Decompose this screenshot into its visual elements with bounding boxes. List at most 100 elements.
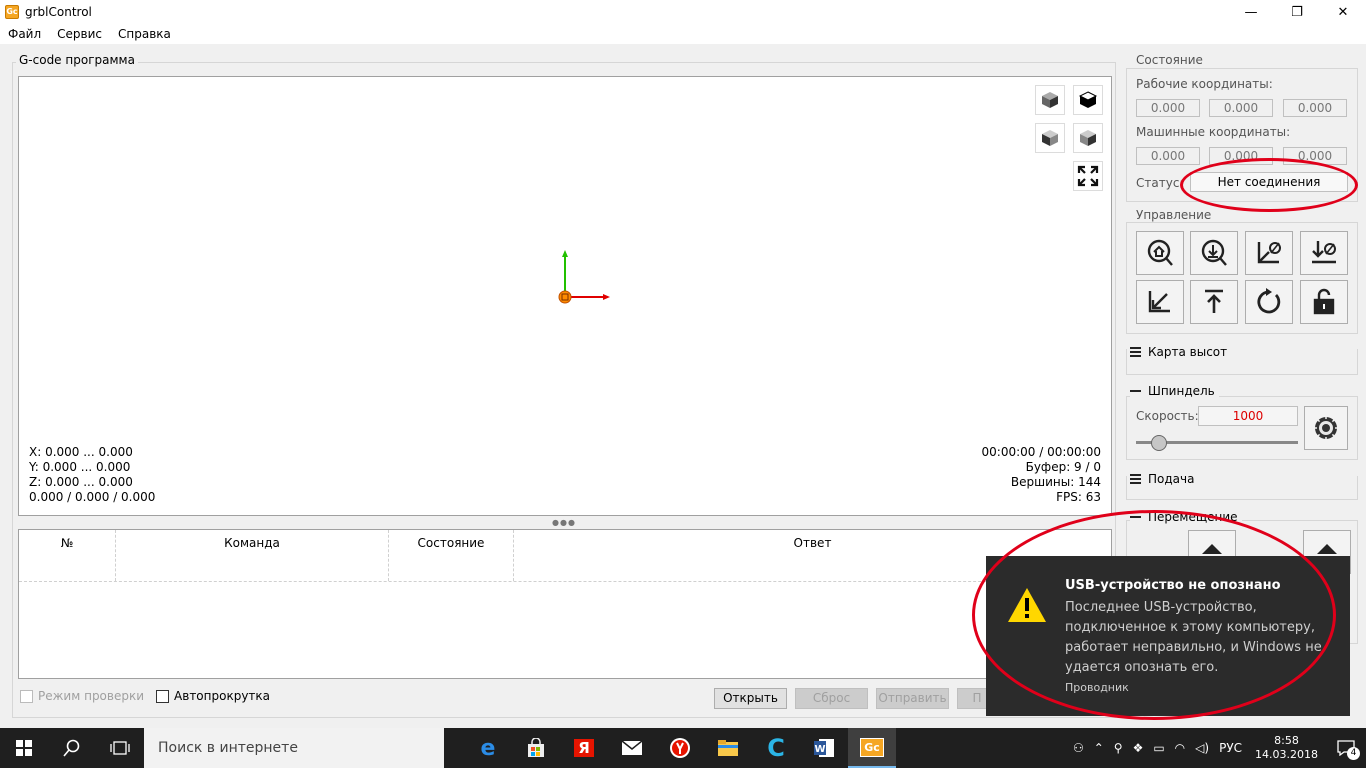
- col-number[interactable]: №: [19, 530, 116, 581]
- unlock-button[interactable]: [1300, 280, 1348, 324]
- battery-icon[interactable]: ▭: [1153, 741, 1164, 755]
- window-title: grblControl: [25, 5, 92, 19]
- buffer-info: Буфер: 9 / 0: [1025, 460, 1101, 474]
- taskbar-search-box[interactable]: Поиск в интернете: [144, 728, 444, 768]
- vertices-info: Вершины: 144: [1010, 475, 1101, 489]
- people-icon[interactable]: ⚇: [1073, 741, 1084, 755]
- splitter-handle[interactable]: ●●●: [552, 518, 576, 527]
- open-button[interactable]: Открыть: [714, 688, 787, 709]
- word-app[interactable]: W: [800, 728, 848, 768]
- check-mode-checkbox[interactable]: [20, 689, 33, 703]
- machine-y: 0.000: [1209, 147, 1273, 165]
- action-center-button[interactable]: 4: [1326, 728, 1366, 768]
- state-group-title: Состояние: [1133, 53, 1206, 67]
- fullscreen-icon: [1077, 165, 1099, 187]
- chevron-up-icon[interactable]: ⌃: [1094, 741, 1104, 755]
- usb-icon[interactable]: ⚲: [1114, 741, 1123, 755]
- col-command[interactable]: Команда: [116, 530, 389, 581]
- clock-time: 8:58: [1274, 734, 1299, 747]
- fit-view-button[interactable]: [1073, 161, 1103, 191]
- zero-xy-button[interactable]: [1245, 231, 1293, 275]
- home-button[interactable]: [1136, 231, 1184, 275]
- safe-z-button[interactable]: [1190, 280, 1238, 324]
- hamburger-icon: [1130, 347, 1141, 357]
- gcode-viewport[interactable]: X: 0.000 ... 0.000 Y: 0.000 ... 0.000 Z:…: [18, 76, 1112, 516]
- y-range: Y: 0.000 ... 0.000: [29, 460, 131, 474]
- grblcontrol-app[interactable]: Gc: [848, 728, 896, 768]
- cube-left-icon: [1080, 130, 1096, 146]
- clock[interactable]: 8:58 14.03.2018: [1255, 734, 1318, 762]
- collapse-icon: [1130, 516, 1141, 518]
- window-controls: — ❐ ✕: [1228, 0, 1366, 24]
- zero-z-icon: [1312, 241, 1336, 264]
- volume-icon[interactable]: ◁): [1195, 741, 1209, 755]
- warning-icon: [1008, 588, 1046, 622]
- zero-z-button[interactable]: [1300, 231, 1348, 275]
- yandex-search-app[interactable]: Я: [560, 728, 608, 768]
- feed-header[interactable]: Подача: [1130, 472, 1194, 486]
- work-x: 0.000: [1136, 99, 1200, 117]
- speed-slider-thumb[interactable]: [1150, 435, 1167, 451]
- spindle-gear-icon: [1314, 416, 1338, 440]
- probe-search-icon: [1201, 239, 1227, 266]
- col-state[interactable]: Состояние: [389, 530, 514, 581]
- spindle-button[interactable]: [1304, 406, 1348, 450]
- menu-service[interactable]: Сервис: [57, 27, 102, 41]
- menu-help[interactable]: Справка: [118, 27, 171, 41]
- task-view-icon: [110, 741, 130, 755]
- speed-input[interactable]: 1000: [1198, 406, 1298, 426]
- view-top-button[interactable]: [1073, 85, 1103, 115]
- render-info: 00:00:00 / 00:00:00 Буфер: 9 / 0 Вершины…: [982, 445, 1101, 505]
- language-indicator[interactable]: РУС: [1219, 741, 1242, 755]
- maximize-button[interactable]: ❐: [1274, 0, 1320, 24]
- zero-xy-icon: [1257, 242, 1281, 264]
- return-xy-icon: [1148, 291, 1170, 313]
- menu-file[interactable]: Файл: [8, 27, 41, 41]
- search-button[interactable]: [48, 728, 96, 768]
- gcode-table[interactable]: № Команда Состояние Ответ: [18, 529, 1112, 679]
- movement-title: Перемещение: [1148, 510, 1238, 524]
- task-view-button[interactable]: [96, 728, 144, 768]
- app-icon: Gc: [5, 5, 19, 19]
- minimize-button[interactable]: —: [1228, 0, 1274, 24]
- spindle-header[interactable]: Шпиндель: [1130, 384, 1219, 398]
- reset-button[interactable]: Сброс: [795, 688, 868, 709]
- close-button[interactable]: ✕: [1320, 0, 1366, 24]
- send-button[interactable]: Отправить: [876, 688, 949, 709]
- usb-notification[interactable]: USB-устройство не опознано Последнее USB…: [986, 556, 1350, 716]
- grbl-logo-icon: Gc: [860, 737, 884, 757]
- reload-icon: [1257, 288, 1281, 314]
- return-xy-button[interactable]: [1136, 280, 1184, 324]
- notification-title: USB-устройство не опознано: [1065, 578, 1281, 593]
- dropbox-icon[interactable]: ❖: [1133, 741, 1144, 755]
- edge-app[interactable]: e: [464, 728, 512, 768]
- start-button[interactable]: [0, 728, 48, 768]
- explorer-app[interactable]: [704, 728, 752, 768]
- ccleaner-app[interactable]: C: [752, 728, 800, 768]
- store-bag-icon: [528, 738, 544, 757]
- arrow-up-bar-icon: [1205, 289, 1223, 313]
- reset-controller-button[interactable]: [1245, 280, 1293, 324]
- axis-origin: [558, 250, 610, 304]
- clock-date: 14.03.2018: [1255, 748, 1318, 761]
- wifi-icon[interactable]: ◠: [1175, 741, 1185, 755]
- autoscroll-checkbox[interactable]: [156, 689, 170, 703]
- mail-app[interactable]: [608, 728, 656, 768]
- menu-bar: Файл Сервис Справка: [0, 24, 1366, 44]
- view-front-button[interactable]: [1035, 123, 1065, 153]
- movement-header[interactable]: Перемещение: [1130, 510, 1242, 524]
- probe-button[interactable]: [1190, 231, 1238, 275]
- store-app[interactable]: [512, 728, 560, 768]
- title-bar: Gc grblControl — ❐ ✕: [0, 0, 1366, 24]
- unlock-icon: [1313, 288, 1335, 315]
- view-left-button[interactable]: [1073, 123, 1103, 153]
- heightmap-header[interactable]: Карта высот: [1130, 345, 1227, 359]
- bounds-info: X: 0.000 ... 0.000 Y: 0.000 ... 0.000 Z:…: [29, 445, 155, 505]
- search-icon: [63, 739, 80, 757]
- yandex-browser-app[interactable]: [656, 728, 704, 768]
- view-iso-button[interactable]: [1035, 85, 1065, 115]
- notification-body: Последнее USB-устройство, подключенное к…: [1065, 600, 1322, 675]
- control-group-title: Управление: [1133, 208, 1215, 222]
- table-header: № Команда Состояние Ответ: [19, 530, 1111, 582]
- yandex-letter-icon: Я: [574, 739, 594, 757]
